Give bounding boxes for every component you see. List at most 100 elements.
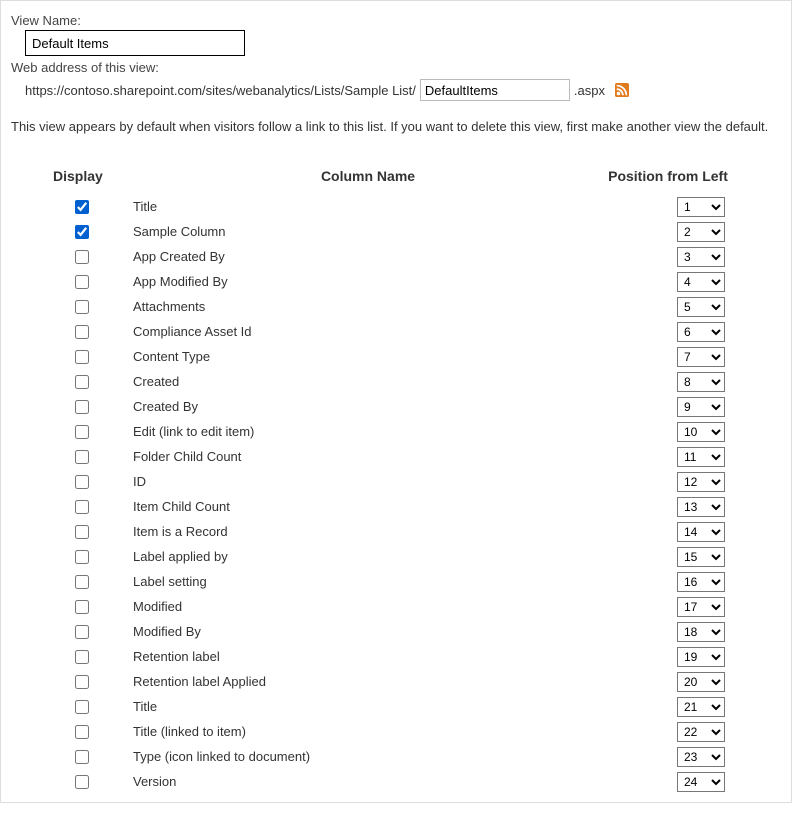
column-name: Label applied by <box>133 549 623 564</box>
position-select[interactable]: 123456789101112131415161718192021222324 <box>677 497 725 517</box>
column-row: Edit (link to edit item) 1234567891011121… <box>53 419 733 444</box>
display-checkbox[interactable] <box>75 775 89 789</box>
view-name-label: View Name: <box>11 13 781 28</box>
column-row: Folder Child Count 1234567891011121314151… <box>53 444 733 469</box>
position-select[interactable]: 123456789101112131415161718192021222324 <box>677 647 725 667</box>
column-name: Item Child Count <box>133 499 623 514</box>
header-position: Position from Left <box>603 168 733 184</box>
display-checkbox[interactable] <box>75 375 89 389</box>
column-row: Label setting123456789101112131415161718… <box>53 569 733 594</box>
display-checkbox[interactable] <box>75 700 89 714</box>
position-select[interactable]: 123456789101112131415161718192021222324 <box>677 197 725 217</box>
url-prefix: https://contoso.sharepoint.com/sites/web… <box>25 83 416 98</box>
column-name: Edit (link to edit item) <box>133 424 623 439</box>
display-checkbox[interactable] <box>75 650 89 664</box>
display-checkbox[interactable] <box>75 275 89 289</box>
column-name: Title <box>133 699 623 714</box>
column-name: Modified By <box>133 624 623 639</box>
position-select[interactable]: 123456789101112131415161718192021222324 <box>677 672 725 692</box>
columns-header: Display Column Name Position from Left <box>53 168 733 184</box>
column-name: Content Type <box>133 349 623 364</box>
column-row: Attachments 12345678910111213141516171819… <box>53 294 733 319</box>
display-checkbox[interactable] <box>75 475 89 489</box>
column-row: Modified 12345678910111213141516171819202… <box>53 594 733 619</box>
column-name: Version <box>133 774 623 789</box>
position-select[interactable]: 123456789101112131415161718192021222324 <box>677 272 725 292</box>
column-row: Modified By 12345678910111213141516171819… <box>53 619 733 644</box>
position-select[interactable]: 123456789101112131415161718192021222324 <box>677 747 725 767</box>
column-row: App Modified By 1234567891011121314151617… <box>53 269 733 294</box>
position-select[interactable]: 123456789101112131415161718192021222324 <box>677 222 725 242</box>
display-checkbox[interactable] <box>75 575 89 589</box>
column-row: Sample Column 123456789101112131415161718… <box>53 219 733 244</box>
rss-icon[interactable] <box>615 83 629 97</box>
column-row: App Created By 12345678910111213141516171… <box>53 244 733 269</box>
column-row: Label applied by 123456789101112131415161… <box>53 544 733 569</box>
display-checkbox[interactable] <box>75 625 89 639</box>
display-checkbox[interactable] <box>75 250 89 264</box>
view-name-input[interactable] <box>25 30 245 56</box>
column-name: Retention label Applied <box>133 674 623 689</box>
column-row: Content Type 1234567891011121314151617181… <box>53 344 733 369</box>
column-name: Title <box>133 199 623 214</box>
column-name: Attachments <box>133 299 623 314</box>
header-column-name: Column Name <box>133 168 603 184</box>
display-checkbox[interactable] <box>75 600 89 614</box>
position-select[interactable]: 123456789101112131415161718192021222324 <box>677 372 725 392</box>
display-checkbox[interactable] <box>75 425 89 439</box>
position-select[interactable]: 123456789101112131415161718192021222324 <box>677 247 725 267</box>
display-checkbox[interactable] <box>75 750 89 764</box>
column-row: Version 123456789101112131415161718192021… <box>53 769 733 794</box>
display-checkbox[interactable] <box>75 725 89 739</box>
column-name: Sample Column <box>133 224 623 239</box>
position-select[interactable]: 123456789101112131415161718192021222324 <box>677 722 725 742</box>
position-select[interactable]: 123456789101112131415161718192021222324 <box>677 447 725 467</box>
position-select[interactable]: 123456789101112131415161718192021222324 <box>677 697 725 717</box>
display-checkbox[interactable] <box>75 675 89 689</box>
display-checkbox[interactable] <box>75 450 89 464</box>
position-select[interactable]: 123456789101112131415161718192021222324 <box>677 597 725 617</box>
column-row: Item Child Count 123456789101112131415161… <box>53 494 733 519</box>
default-view-note: This view appears by default when visito… <box>11 119 781 134</box>
column-name: Title (linked to item) <box>133 724 623 739</box>
position-select[interactable]: 123456789101112131415161718192021222324 <box>677 522 725 542</box>
column-row: Retention label 1234567891011121314151617… <box>53 644 733 669</box>
column-name: Created <box>133 374 623 389</box>
position-select[interactable]: 123456789101112131415161718192021222324 <box>677 322 725 342</box>
column-row: Title 12345678910111213141516171819202122… <box>53 194 733 219</box>
header-display: Display <box>53 168 133 184</box>
position-select[interactable]: 123456789101112131415161718192021222324 <box>677 472 725 492</box>
display-checkbox[interactable] <box>75 225 89 239</box>
position-select[interactable]: 123456789101112131415161718192021222324 <box>677 622 725 642</box>
position-select[interactable]: 123456789101112131415161718192021222324 <box>677 547 725 567</box>
display-checkbox[interactable] <box>75 325 89 339</box>
display-checkbox[interactable] <box>75 350 89 364</box>
position-select[interactable]: 123456789101112131415161718192021222324 <box>677 772 725 792</box>
position-select[interactable]: 123456789101112131415161718192021222324 <box>677 422 725 442</box>
column-name: App Modified By <box>133 274 623 289</box>
display-checkbox[interactable] <box>75 500 89 514</box>
column-row: Type (icon linked to document)1234567891… <box>53 744 733 769</box>
column-name: App Created By <box>133 249 623 264</box>
column-row: Retention label Applied 12345678910111213… <box>53 669 733 694</box>
display-checkbox[interactable] <box>75 300 89 314</box>
column-row: Title 12345678910111213141516171819202122… <box>53 694 733 719</box>
display-checkbox[interactable] <box>75 400 89 414</box>
column-name: Created By <box>133 399 623 414</box>
column-name: Modified <box>133 599 623 614</box>
column-name: Retention label <box>133 649 623 664</box>
position-select[interactable]: 123456789101112131415161718192021222324 <box>677 572 725 592</box>
column-name: Compliance Asset Id <box>133 324 623 339</box>
position-select[interactable]: 123456789101112131415161718192021222324 <box>677 347 725 367</box>
display-checkbox[interactable] <box>75 525 89 539</box>
column-row: ID12345678910111213141516171819202122232… <box>53 469 733 494</box>
url-slug-input[interactable] <box>420 79 570 101</box>
column-row: Created 123456789101112131415161718192021… <box>53 369 733 394</box>
position-select[interactable]: 123456789101112131415161718192021222324 <box>677 397 725 417</box>
display-checkbox[interactable] <box>75 550 89 564</box>
column-name: Folder Child Count <box>133 449 623 464</box>
column-row: Compliance Asset Id 123456789101112131415… <box>53 319 733 344</box>
display-checkbox[interactable] <box>75 200 89 214</box>
position-select[interactable]: 123456789101112131415161718192021222324 <box>677 297 725 317</box>
column-row: Created By 123456789101112131415161718192… <box>53 394 733 419</box>
